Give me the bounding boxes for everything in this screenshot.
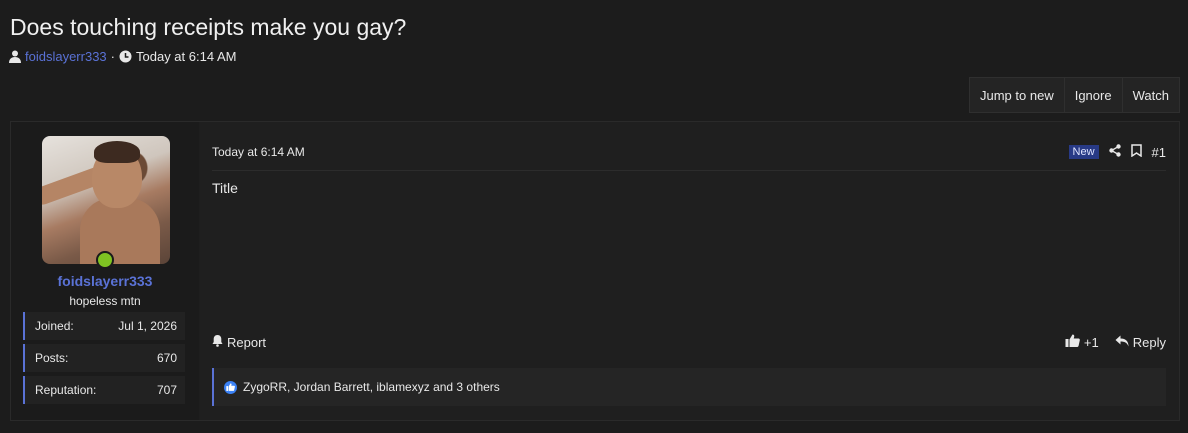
- post-footer: Report +1 Reply: [212, 334, 1166, 350]
- stat-value: 707: [156, 383, 177, 397]
- reply-label: Reply: [1132, 334, 1166, 350]
- avatar[interactable]: [42, 136, 170, 264]
- thread-meta: foidslayerr333 · Today at 6:14 AM: [9, 49, 236, 64]
- online-status-indicator: [96, 251, 114, 269]
- like-button[interactable]: +1: [1065, 334, 1099, 350]
- reply-icon: [1115, 335, 1129, 350]
- post-number[interactable]: #1: [1152, 145, 1166, 160]
- thread-title: Does touching receipts make you gay?: [10, 14, 407, 40]
- clock-icon: [119, 50, 132, 63]
- thread-posted-date: Today at 6:14 AM: [136, 49, 237, 64]
- stat-posts: Posts: 670: [23, 344, 185, 372]
- stat-value: 670: [156, 351, 177, 365]
- thread-actions: Jump to new Ignore Watch: [969, 77, 1180, 113]
- watch-button[interactable]: Watch: [1123, 78, 1179, 112]
- jump-to-new-button[interactable]: Jump to new: [970, 78, 1065, 112]
- stat-value: Jul 1, 2026: [118, 319, 177, 333]
- bell-icon: [212, 334, 223, 350]
- report-button[interactable]: Report: [212, 334, 266, 350]
- reply-button[interactable]: Reply: [1115, 335, 1166, 350]
- user-title: hopeless mtn: [69, 294, 141, 308]
- stat-label: Reputation:: [35, 383, 97, 397]
- new-badge: New: [1068, 145, 1099, 159]
- message-area: Today at 6:14 AM New #1 Title Report +1 …: [200, 122, 1179, 420]
- stat-joined: Joined: Jul 1, 2026: [23, 312, 185, 340]
- username-link[interactable]: foidslayerr333: [11, 273, 199, 289]
- message-header: Today at 6:14 AM New #1: [212, 138, 1166, 171]
- reactions-text[interactable]: ZygoRR, Jordan Barrett, iblamexyz and 3 …: [243, 380, 500, 394]
- user-info: foidslayerr333 hopeless mtn Joined: Jul …: [11, 122, 199, 420]
- stat-reputation: Reputation: 707: [23, 376, 185, 404]
- thread-author-link[interactable]: foidslayerr333: [25, 49, 107, 64]
- stat-label: Joined:: [35, 319, 74, 333]
- thumbs-up-icon: [1065, 334, 1080, 350]
- report-label: Report: [227, 334, 267, 350]
- like-reaction-icon: [224, 380, 237, 394]
- stat-label: Posts:: [35, 351, 69, 365]
- post: foidslayerr333 hopeless mtn Joined: Jul …: [10, 121, 1180, 421]
- post-body: Title: [212, 180, 238, 196]
- share-icon[interactable]: [1108, 144, 1121, 160]
- reactions-bar[interactable]: ZygoRR, Jordan Barrett, iblamexyz and 3 …: [212, 368, 1166, 406]
- user-icon: [9, 50, 21, 63]
- meta-separator: ·: [110, 49, 115, 64]
- ignore-button[interactable]: Ignore: [1065, 78, 1123, 112]
- post-date[interactable]: Today at 6:14 AM: [212, 145, 305, 159]
- bookmark-icon[interactable]: [1130, 144, 1142, 160]
- like-count: +1: [1083, 334, 1099, 350]
